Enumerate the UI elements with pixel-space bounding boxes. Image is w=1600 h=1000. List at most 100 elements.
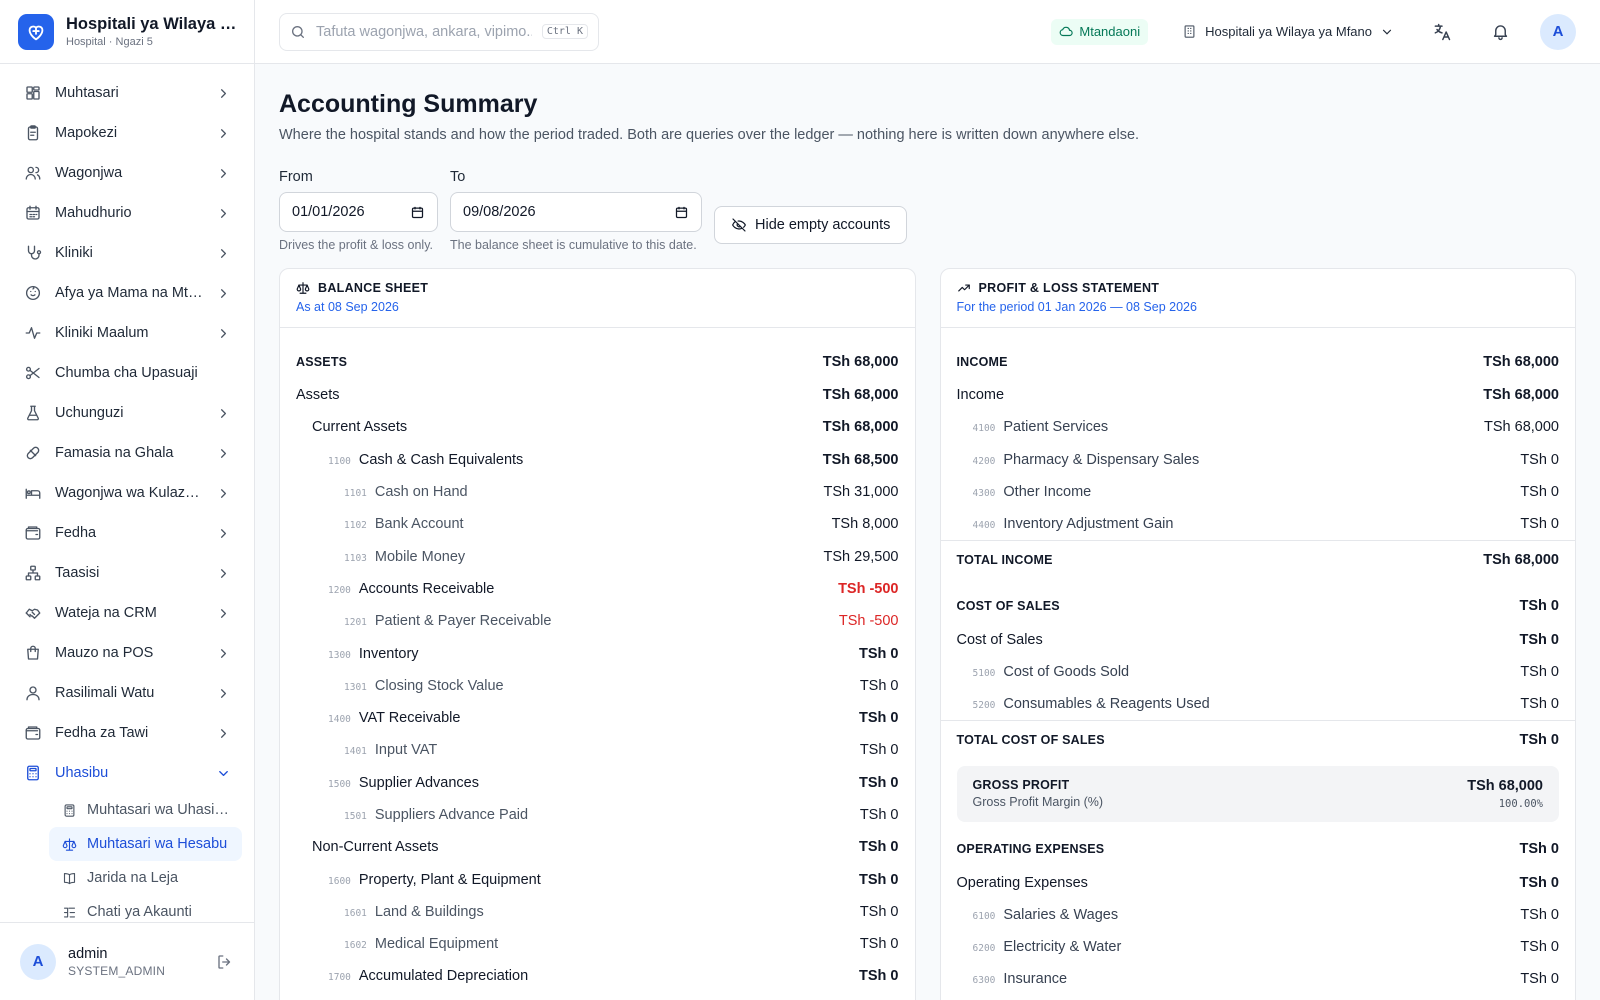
sidebar-item-rasilimali-watu[interactable]: Rasilimali Watu [12, 673, 242, 713]
to-date-input[interactable]: 09/08/2026 [450, 192, 702, 232]
dashboard-icon [23, 83, 43, 103]
subnav-item-chati-ya-akaunti[interactable]: Chati ya Akaunti [49, 895, 242, 922]
subnav-item-muhtasari-wa-hesabu[interactable]: Muhtasari wa Hesabu [49, 827, 242, 861]
pnl-account-row: 6200 Electricity & Water TSh 0 [957, 931, 1560, 963]
pnl-subtitle: For the period 01 Jan 2026 — 08 Sep 2026 [956, 300, 1197, 314]
account-amount: TSh 0 [1520, 939, 1559, 956]
sidebar-item-mahudhurio[interactable]: Mahudhurio [12, 193, 242, 233]
income-accounts: 4100 Patient Services TSh 68,000 4200 Pharma… [957, 411, 1560, 540]
bell-icon[interactable] [1482, 14, 1518, 50]
calculator-icon [61, 802, 77, 818]
sidebar-item-wagonjwa-wa-kulazwa[interactable]: Wagonjwa wa Kulazwa [12, 473, 242, 513]
income-section-row: INCOME TSh 68,000 [957, 345, 1560, 379]
sidebar-item-fedha-za-tawi[interactable]: Fedha za Tawi [12, 713, 242, 753]
account-amount: TSh 0 [859, 677, 899, 694]
sidebar-item-taasisi[interactable]: Taasisi [12, 553, 242, 593]
opex-accounts: 6100 Salaries & Wages TSh 0 6200 Electricity… [957, 899, 1560, 996]
sidebar-item-kliniki-maalum[interactable]: Kliniki Maalum [12, 313, 242, 353]
chevron-right-icon [215, 245, 231, 261]
stethoscope-icon [23, 243, 43, 263]
from-date-input[interactable]: 01/01/2026 [279, 192, 438, 232]
sidebar-item-uhasibu[interactable]: Uhasibu [12, 753, 242, 793]
topbar-avatar[interactable]: A [1540, 13, 1576, 50]
account-amount: TSh 0 [1520, 696, 1559, 713]
sidebar-item-wateja-na-crm[interactable]: Wateja na CRM [12, 593, 242, 633]
account-amount: TSh 0 [859, 903, 899, 920]
calendar-icon [23, 203, 43, 223]
sidebar-item-kliniki[interactable]: Kliniki [12, 233, 242, 273]
chevron-right-icon [215, 725, 231, 741]
account-name: 1102 Bank Account [344, 516, 464, 532]
chevron-right-icon [215, 285, 231, 301]
search-icon [290, 24, 306, 40]
sidebar-item-label: Fedha [55, 525, 97, 541]
group-amount: TSh 68,000 [1483, 387, 1559, 404]
section-label: OPERATING EXPENSES [956, 842, 1105, 857]
sidebar-item-fedha[interactable]: Fedha [12, 513, 242, 553]
subnav-item-jarida-na-leja[interactable]: Jarida na Leja [49, 861, 242, 895]
account-label: Inventory Adjustment Gain [1003, 516, 1174, 533]
sidebar-item-uchunguzi[interactable]: Uchunguzi [12, 393, 242, 433]
balance-sheet-row: 1101 Cash on Hand TSh 31,000 [296, 476, 899, 508]
scale-icon [61, 836, 77, 852]
gross-margin-label: Gross Profit Margin (%) [972, 795, 1104, 810]
brand[interactable]: Hospitali ya Wilaya ya Mfano Hospital · … [0, 0, 254, 64]
account-name: 4200 Pharmacy & Dispensary Sales [973, 452, 1200, 468]
group-amount: TSh 0 [1519, 874, 1559, 891]
sidebar-item-famasia-na-ghala[interactable]: Famasia na Ghala [12, 433, 242, 473]
sidebar-item-muhtasari[interactable]: Muhtasari [12, 73, 242, 113]
account-label: Consumables & Reagents Used [1003, 696, 1210, 713]
sidebar-item-label: Chumba cha Upasuaji [55, 365, 198, 381]
gross-profit-amount: TSh 68,000 [1467, 778, 1543, 795]
balance-sheet-row: 1201 Patient & Payer Receivable TSh -500 [296, 605, 899, 637]
user-name: admin [68, 945, 108, 962]
account-code: 1201 [344, 617, 367, 629]
sidebar-item-afya-ya-mama-na-mtoto[interactable]: Afya ya Mama na Mtoto [12, 273, 242, 313]
opex-group-row: Operating Expenses TSh 0 [957, 866, 1560, 898]
to-field: To 09/08/2026 The balance sheet is cumul… [450, 169, 702, 252]
chevron-right-icon [215, 165, 231, 181]
sidebar-item-mapokezi[interactable]: Mapokezi [12, 113, 242, 153]
facility-selector[interactable]: Hospitali ya Wilaya ya Mfano [1174, 24, 1402, 39]
user-role: SYSTEM_ADMIN [68, 963, 166, 978]
hide-empty-label: Hide empty accounts [755, 217, 891, 233]
balance-sheet-row: Assets TSh 68,000 [296, 379, 899, 411]
subnav-item-label: Jarida na Leja [87, 870, 179, 886]
account-amount: TSh 68,500 [822, 451, 899, 468]
subnav-item-muhtasari-wa-uhasibu[interactable]: Muhtasari wa Uhasibu [49, 793, 242, 827]
language-icon[interactable] [1424, 14, 1460, 50]
sidebar-item-label: Wateja na CRM [55, 605, 157, 621]
account-amount: TSh 0 [859, 742, 899, 759]
sidebar-item-chumba-cha-upasuaji[interactable]: Chumba cha Upasuaji [12, 353, 242, 393]
sidebar: Hospitali ya Wilaya ya Mfano Hospital · … [0, 0, 255, 1000]
hide-empty-accounts-button[interactable]: Hide empty accounts [714, 206, 908, 244]
sidebar-item-wagonjwa[interactable]: Wagonjwa [12, 153, 242, 193]
balance-sheet-row: Non-Current Assets TSh 0 [296, 831, 899, 863]
search-box[interactable]: Ctrl K [279, 12, 599, 51]
account-code: 1700 [328, 972, 351, 984]
calendar-icon[interactable] [410, 205, 425, 220]
account-name: 4300 Other Income [973, 484, 1092, 500]
account-name: 1201 Patient & Payer Receivable [344, 613, 551, 629]
calendar-icon[interactable] [674, 205, 689, 220]
account-code: 1103 [344, 552, 367, 564]
trending-up-icon [957, 281, 971, 295]
account-name: 1501 Suppliers Advance Paid [344, 807, 528, 823]
sidebar-nav: Muhtasari Mapokezi Wagonjwa Mahudhurio Klini… [0, 64, 254, 922]
sidebar-item-mauzo-na-pos[interactable]: Mauzo na POS [12, 633, 242, 673]
account-name: 1300 Inventory [328, 646, 419, 662]
section-amount: TSh 0 [1519, 598, 1559, 615]
sidebar-item-label: Mauzo na POS [55, 645, 154, 661]
account-name: 5100 Cost of Goods Sold [973, 664, 1130, 680]
page-title: Accounting Summary [279, 90, 538, 118]
sidebar-item-label: Mapokezi [55, 125, 118, 141]
total-label: TOTAL INCOME [956, 552, 1053, 567]
logout-icon[interactable] [216, 953, 234, 971]
account-label: Salaries & Wages [1003, 906, 1119, 923]
income-group-row: Income TSh 68,000 [957, 379, 1560, 411]
pnl-account-row: 4300 Other Income TSh 0 [957, 476, 1560, 508]
account-code: 4400 [972, 520, 996, 532]
user-avatar[interactable]: A [20, 943, 56, 980]
account-name: Current Assets [312, 419, 408, 436]
search-input[interactable] [316, 23, 532, 40]
